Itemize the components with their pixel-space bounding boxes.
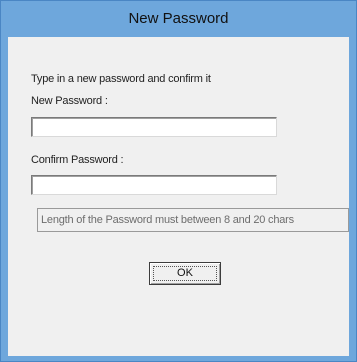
new-password-dialog: New Password Type in a new password and …	[0, 0, 357, 362]
password-length-message-box: Length of the Password must between 8 an…	[37, 208, 349, 232]
password-length-message: Length of the Password must between 8 an…	[41, 214, 294, 226]
dialog-body: Type in a new password and confirm it Ne…	[8, 37, 349, 356]
ok-button-label: OK	[177, 267, 193, 279]
confirm-password-input[interactable]	[31, 175, 277, 195]
title-bar[interactable]: New Password	[1, 1, 356, 37]
window-title: New Password	[128, 10, 229, 27]
new-password-input[interactable]	[31, 117, 277, 137]
instruction-text: Type in a new password and confirm it	[31, 73, 211, 85]
ok-button[interactable]: OK	[149, 262, 221, 285]
confirm-password-label: Confirm Password :	[31, 154, 124, 166]
new-password-label: New Password :	[31, 95, 108, 107]
